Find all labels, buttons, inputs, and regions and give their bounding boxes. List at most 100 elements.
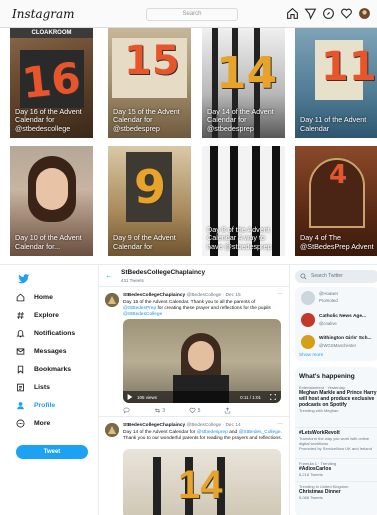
promoted-label: Promoted [319,298,338,303]
avatar[interactable] [105,423,119,437]
post-caption: Day 15 of the Advent Calendar for @stbed… [113,106,180,133]
nav-label: Profile [34,401,56,409]
tweet-text-part: and [227,430,239,435]
retweet-count: 3 [162,407,166,414]
mention-link[interactable]: @stbedesprep [197,430,228,435]
tweet-image[interactable]: 14 [123,449,281,515]
tweet-video[interactable]: 105 views 0:11 / 1:01 [123,319,281,403]
post-caption: Day 16 of the Advent Calendar for @stbed… [15,106,82,133]
heart-icon[interactable] [340,7,353,20]
like-button[interactable]: 5 [189,407,200,414]
instagram-post[interactable]: 14 Day 14 of the Advent Calendar for @st… [202,28,285,138]
advent-number: 16 [19,53,83,108]
post-caption: Day 14 of the Advent Calendar for @stbed… [207,106,274,133]
mention-link[interactable]: @StBedesCollege [123,312,162,317]
nav-label: Lists [34,383,50,391]
mention-link[interactable]: @StBedes_College [239,430,281,435]
tweet-author[interactable]: StBedesCollegeChaplaincy [123,293,185,298]
follow-name: Catholic News Age... [319,314,367,319]
person-icon [17,401,24,409]
mail-icon [16,347,25,355]
instagram-post[interactable]: Day 10 of the Advent Calendar for... [10,146,93,256]
nav-home[interactable]: Home [16,289,100,305]
profile-avatar[interactable] [358,7,371,20]
search-icon [300,273,307,280]
whats-happening-title: What's happening [299,373,355,380]
explore-icon[interactable] [322,7,335,20]
mention-link[interactable]: @StBedesPrep [123,306,156,311]
fullscreen-icon[interactable] [270,394,276,400]
nav-messages[interactable]: Messages [16,343,100,359]
instagram-nav [286,7,371,20]
instagram-post[interactable]: 15 Day 15 of the Advent Calendar for @st… [108,28,191,138]
tweet-text-part: Day 15 of the Advent Calendar. Thank you… [123,300,256,305]
reply-button[interactable] [123,407,130,414]
play-icon[interactable] [127,394,133,400]
trend-meta: Promoted by ServiceNow UK and Ireland [299,446,372,451]
trend-count: Trending with Meghan [299,408,339,413]
avatar [301,313,315,327]
instagram-logo[interactable]: Instagram [12,7,75,21]
retweet-icon [154,408,161,413]
follow-handle: @Hoawer [319,291,339,296]
trend-item[interactable]: Entertainment · Yesterday Meghan Markle … [299,385,377,413]
back-arrow-icon[interactable]: ← [105,271,113,280]
share-button[interactable] [224,407,231,414]
tweet-button[interactable]: Tweet [16,445,88,459]
follow-suggestion[interactable]: @Hoawer Promoted [299,287,377,309]
twitter-bird-icon[interactable] [18,274,30,284]
instagram-post[interactable]: CLOAKROOM 16 Day 16 of the Advent Calend… [10,28,93,138]
instagram-post[interactable]: 11 Day 11 of the Advent Calendar [295,28,377,138]
advent-number: 9 [134,160,167,214]
bell-icon [16,329,25,337]
reply-icon [123,407,130,414]
trend-item[interactable]: #LetsWorkRevolt Transform the way you wo… [299,430,377,451]
advent-number: 15 [124,38,180,84]
trend-count: Transform the way you work with online d… [299,436,370,446]
trend-item[interactable]: Trending in United Kingdom Christmas Din… [299,484,377,500]
tweet-text: Day 14 of the Advent Calendar for @stbed… [123,430,283,442]
nav-notifications[interactable]: Notifications [16,325,100,341]
nav-bookmarks[interactable]: Bookmarks [16,361,100,377]
instagram-post[interactable]: 9 Day 9 of the Advent Calendar for [108,146,191,256]
follow-suggestion[interactable]: Withington Girls' Sch... @WGSManchester [299,331,377,353]
avatar [301,335,315,349]
trend-count: 6,218 Tweets [299,472,323,477]
more-options-icon[interactable]: ··· [277,291,283,297]
search-placeholder: Search Twitter [311,273,343,279]
retweet-button[interactable]: 3 [154,407,165,414]
advent-number: 11 [321,44,377,90]
nav-more[interactable]: More [16,415,100,431]
nav-label: Home [34,293,53,301]
nav-label: Messages [34,347,67,355]
post-caption: Day 4 of The @StBedesPrep Advent [300,233,374,251]
who-to-follow-box: @Hoawer Promoted Catholic News Age... @c… [295,287,377,361]
tweet[interactable]: StBedesCollegeChaplaincy @BedesCollege ·… [99,417,289,515]
tweet-text-part: for creating these prayer and reflection… [156,306,271,311]
tweet[interactable]: StBedesCollegeChaplaincy @BedesCollege ·… [99,287,289,417]
post-banner: CLOAKROOM [10,28,93,38]
divider [295,458,377,459]
more-options-icon[interactable]: ··· [277,421,283,427]
instagram-search-input[interactable]: Search [146,8,238,21]
nav-profile[interactable]: Profile [16,397,100,413]
show-more-link[interactable]: Show more [299,353,323,358]
tweet-header: StBedesCollegeChaplaincy @BedesCollege ·… [123,423,241,428]
trend-item[interactable]: Formula 1 · Trending #AdiosCarlos 6,218 … [299,461,377,477]
tweet-meta: @BedesCollege · Dec 15 [186,293,241,298]
instagram-post[interactable]: 4 Day 4 of The @StBedesPrep Advent [295,146,377,256]
tweet-text: Day 15 of the Advent Calendar. Thank you… [123,300,283,318]
instagram-post[interactable]: Day 8 of the Advent Calendar A way to ha… [202,146,285,256]
tweet-actions: 3 5 [123,407,231,414]
avatar [301,291,315,305]
twitter-search-input[interactable]: Search Twitter [295,270,377,283]
tweet-author[interactable]: StBedesCollegeChaplaincy [123,423,185,428]
divider [295,427,377,428]
avatar[interactable] [105,293,119,307]
direct-icon[interactable] [304,7,317,20]
home-icon[interactable] [286,7,299,20]
follow-suggestion[interactable]: Catholic News Age... @cnalive [299,309,377,331]
nav-explore[interactable]: Explore [16,307,100,323]
nav-lists[interactable]: Lists [16,379,100,395]
follow-handle: @WGSManchester [319,343,357,348]
